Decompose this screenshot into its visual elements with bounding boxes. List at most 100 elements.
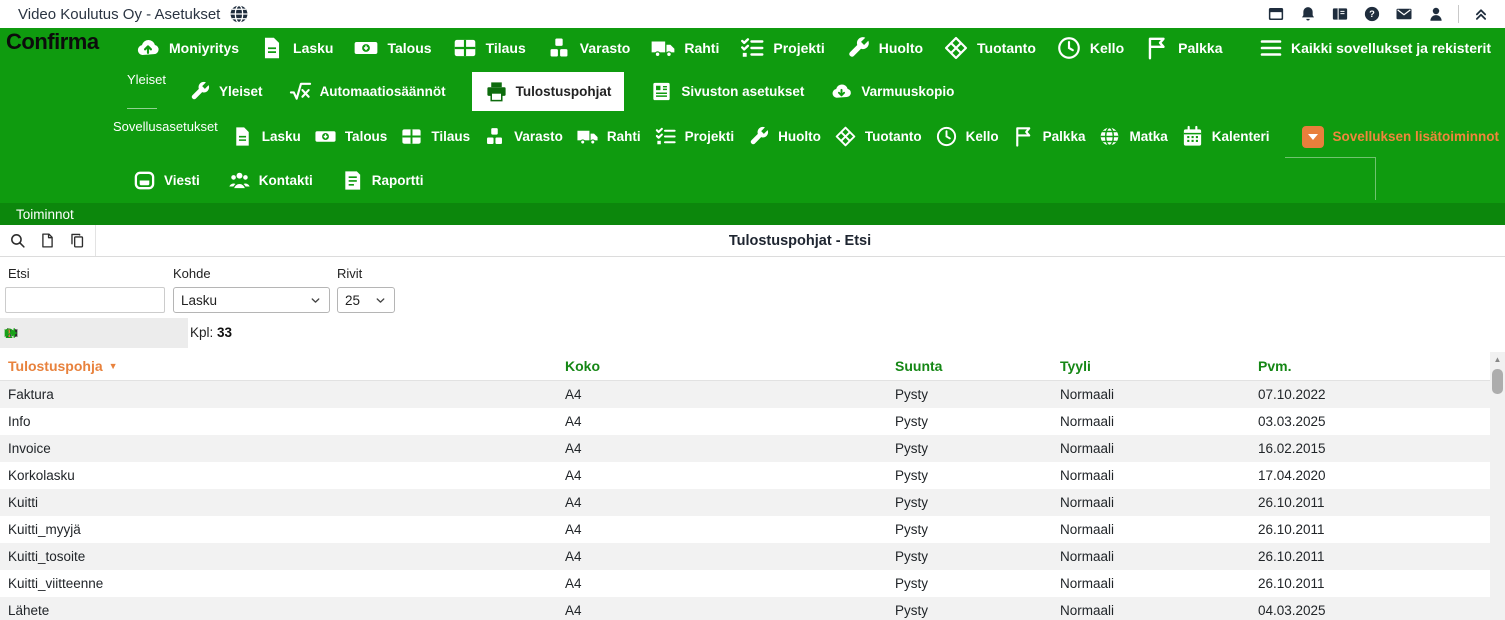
app-settings-items: Lasku Talous Tilaus Varasto Rahti Projekti Huo… — [231, 125, 1270, 148]
nav-app-moniyritys[interactable]: Moniyritys — [135, 35, 239, 61]
cell-pvm: 26.10.2011 — [1250, 495, 1490, 510]
column-header-koko[interactable]: Koko — [557, 358, 887, 374]
printer-icon — [485, 80, 508, 103]
table-row[interactable]: Invoice A4 Pysty Normaali 16.02.2015 — [0, 435, 1490, 462]
tool-tab-raportti[interactable]: Raportti — [341, 169, 424, 192]
cell-pvm: 26.10.2011 — [1250, 522, 1490, 537]
titlebar-button[interactable] — [1296, 2, 1320, 26]
table-row[interactable]: Faktura A4 Pysty Normaali 07.10.2022 — [0, 381, 1490, 408]
nav-app-palkka[interactable]: Palkka — [1144, 35, 1222, 61]
page-number-button-2[interactable]: 2 — [0, 318, 18, 348]
titlebar-button[interactable] — [1424, 2, 1448, 26]
table-row[interactable]: Kuitti_tosoite A4 Pysty Normaali 26.10.2… — [0, 543, 1490, 570]
titlebar-button[interactable] — [1264, 2, 1288, 26]
nav-app-lasku[interactable]: Lasku — [259, 35, 333, 61]
row-count: Kpl: 33 — [190, 318, 232, 348]
app-settings-tab-projekti[interactable]: Projekti — [654, 125, 735, 148]
nav-app-rahti[interactable]: Rahti — [650, 35, 719, 61]
sort-caret-icon: ▼ — [109, 362, 118, 371]
boxes-icon — [483, 125, 506, 148]
column-header-suunta[interactable]: Suunta — [887, 358, 1052, 374]
toiminnot-bar[interactable]: Toiminnot — [0, 203, 1505, 225]
app-settings-tab-tilaus[interactable]: Tilaus — [400, 125, 470, 148]
row-count-value: 33 — [217, 325, 232, 340]
tool-tab-viesti[interactable]: Viesti — [133, 169, 200, 192]
table-row[interactable]: Lähete A4 Pysty Normaali 04.03.2025 — [0, 597, 1490, 620]
settings-tab-yleiset[interactable]: Yleiset — [188, 80, 263, 103]
nav-app-huolto[interactable]: Huolto — [845, 35, 923, 61]
settings-tab-sivuston-asetukset[interactable]: Sivuston asetukset — [650, 80, 804, 103]
nav-app-talous[interactable]: Talous — [353, 35, 431, 61]
checklist-icon — [739, 35, 765, 61]
settings-tab-label: Varmuuskopio — [861, 84, 954, 99]
cell-pvm: 26.10.2011 — [1250, 576, 1490, 591]
collapse-button[interactable] — [1469, 2, 1493, 26]
search-input[interactable] — [5, 287, 165, 313]
app-settings-tab-label: Varasto — [514, 129, 563, 144]
nav-app-kello[interactable]: Kello — [1056, 35, 1124, 61]
table-row[interactable]: Kuitti_myyjä A4 Pysty Normaali 26.10.201… — [0, 516, 1490, 543]
column-header-pvm[interactable]: Pvm. — [1250, 358, 1490, 374]
app-settings-tab-talous[interactable]: Talous — [314, 125, 388, 148]
table-row[interactable]: Info A4 Pysty Normaali 03.03.2025 — [0, 408, 1490, 435]
cell-pvm: 07.10.2022 — [1250, 387, 1490, 402]
actions-toolbar: Tulostuspohjat - Etsi — [0, 225, 1505, 257]
toolbar-button[interactable] — [69, 232, 86, 249]
app-settings-tab-varasto[interactable]: Varasto — [483, 125, 563, 148]
app-settings-tab-label: Matka — [1129, 129, 1167, 144]
cell-koko: A4 — [557, 576, 887, 591]
app-settings-tab-huolto[interactable]: Huolto — [747, 125, 821, 148]
table-row[interactable]: Korkolasku A4 Pysty Normaali 17.04.2020 — [0, 462, 1490, 489]
titlebar-button[interactable] — [1360, 2, 1384, 26]
column-label: Tyyli — [1060, 358, 1091, 374]
app-settings-tab-lasku[interactable]: Lasku — [231, 125, 301, 148]
toolbar-button[interactable] — [39, 232, 56, 249]
cloud-up-icon — [135, 35, 161, 61]
cell-tulostuspohja: Faktura — [0, 387, 557, 402]
scroll-up-arrow[interactable]: ▲ — [1490, 352, 1505, 367]
card-icon — [1331, 5, 1349, 23]
app-settings-tab-kello[interactable]: Kello — [935, 125, 999, 148]
table-row[interactable]: Kuitti A4 Pysty Normaali 26.10.2011 — [0, 489, 1490, 516]
user-icon — [1427, 5, 1445, 23]
app-settings-tab-label: Kalenteri — [1212, 129, 1270, 144]
wrench-icon — [188, 80, 211, 103]
cell-tyyli: Normaali — [1052, 495, 1250, 510]
settings-tab-varmuuskopio[interactable]: Varmuuskopio — [830, 80, 954, 103]
tools-row: Viesti Kontakti Raportti — [0, 158, 1505, 203]
cell-pvm: 04.03.2025 — [1250, 603, 1490, 618]
app-settings-tab-matka[interactable]: Matka — [1098, 125, 1167, 148]
settings-tab-automaatios-nn-t[interactable]: Automaatiosäännöt — [289, 80, 446, 103]
nav-app-varasto[interactable]: Varasto — [546, 35, 631, 61]
toolbar-buttons — [0, 232, 86, 249]
templates-table: Tulostuspohja▼KokoSuunta Tyyli Pvm. Faktur… — [0, 352, 1490, 620]
book-icon — [650, 80, 673, 103]
app-settings-tab-tuotanto[interactable]: Tuotanto — [834, 125, 922, 148]
titlebar-button[interactable] — [1328, 2, 1352, 26]
app-settings-tab-kalenteri[interactable]: Kalenteri — [1181, 125, 1270, 148]
app-settings-tab-rahti[interactable]: Rahti — [576, 125, 641, 148]
settings-tab-tulostuspohjat[interactable]: Tulostuspohjat — [472, 72, 625, 111]
scroll-thumb[interactable] — [1492, 369, 1503, 394]
app-settings-tab-label: Lasku — [262, 129, 301, 144]
all-apps-label: Kaikki sovellukset ja rekisterit — [1291, 40, 1491, 56]
tool-tab-kontakti[interactable]: Kontakti — [228, 169, 313, 192]
kohde-select[interactable]: Lasku — [173, 287, 330, 313]
toolbar-button[interactable] — [9, 232, 26, 249]
table-row[interactable]: Kuitti_viitteenne A4 Pysty Normaali 26.1… — [0, 570, 1490, 597]
rivit-select[interactable]: 25 — [337, 287, 395, 313]
titlebar-button[interactable] — [1392, 2, 1416, 26]
nav-app-projekti[interactable]: Projekti — [739, 35, 824, 61]
cell-suunta: Pysty — [887, 522, 1052, 537]
app-settings-tab-label: Tilaus — [431, 129, 470, 144]
cell-koko: A4 — [557, 603, 887, 618]
column-header-tulostuspohja[interactable]: Tulostuspohja▼ — [0, 358, 557, 374]
nav-app-tilaus[interactable]: Tilaus — [452, 35, 526, 61]
extra-functions-button[interactable]: Sovelluksen lisätoiminnot — [1302, 126, 1499, 148]
all-apps-button[interactable]: Kaikki sovellukset ja rekisterit — [1259, 36, 1491, 60]
cell-tulostuspohja: Kuitti — [0, 495, 557, 510]
app-settings-tab-palkka[interactable]: Palkka — [1012, 125, 1086, 148]
nav-app-tuotanto[interactable]: Tuotanto — [943, 35, 1036, 61]
app-settings-tab-label: Palkka — [1043, 129, 1086, 144]
column-header-tyyli[interactable]: Tyyli — [1052, 358, 1250, 374]
